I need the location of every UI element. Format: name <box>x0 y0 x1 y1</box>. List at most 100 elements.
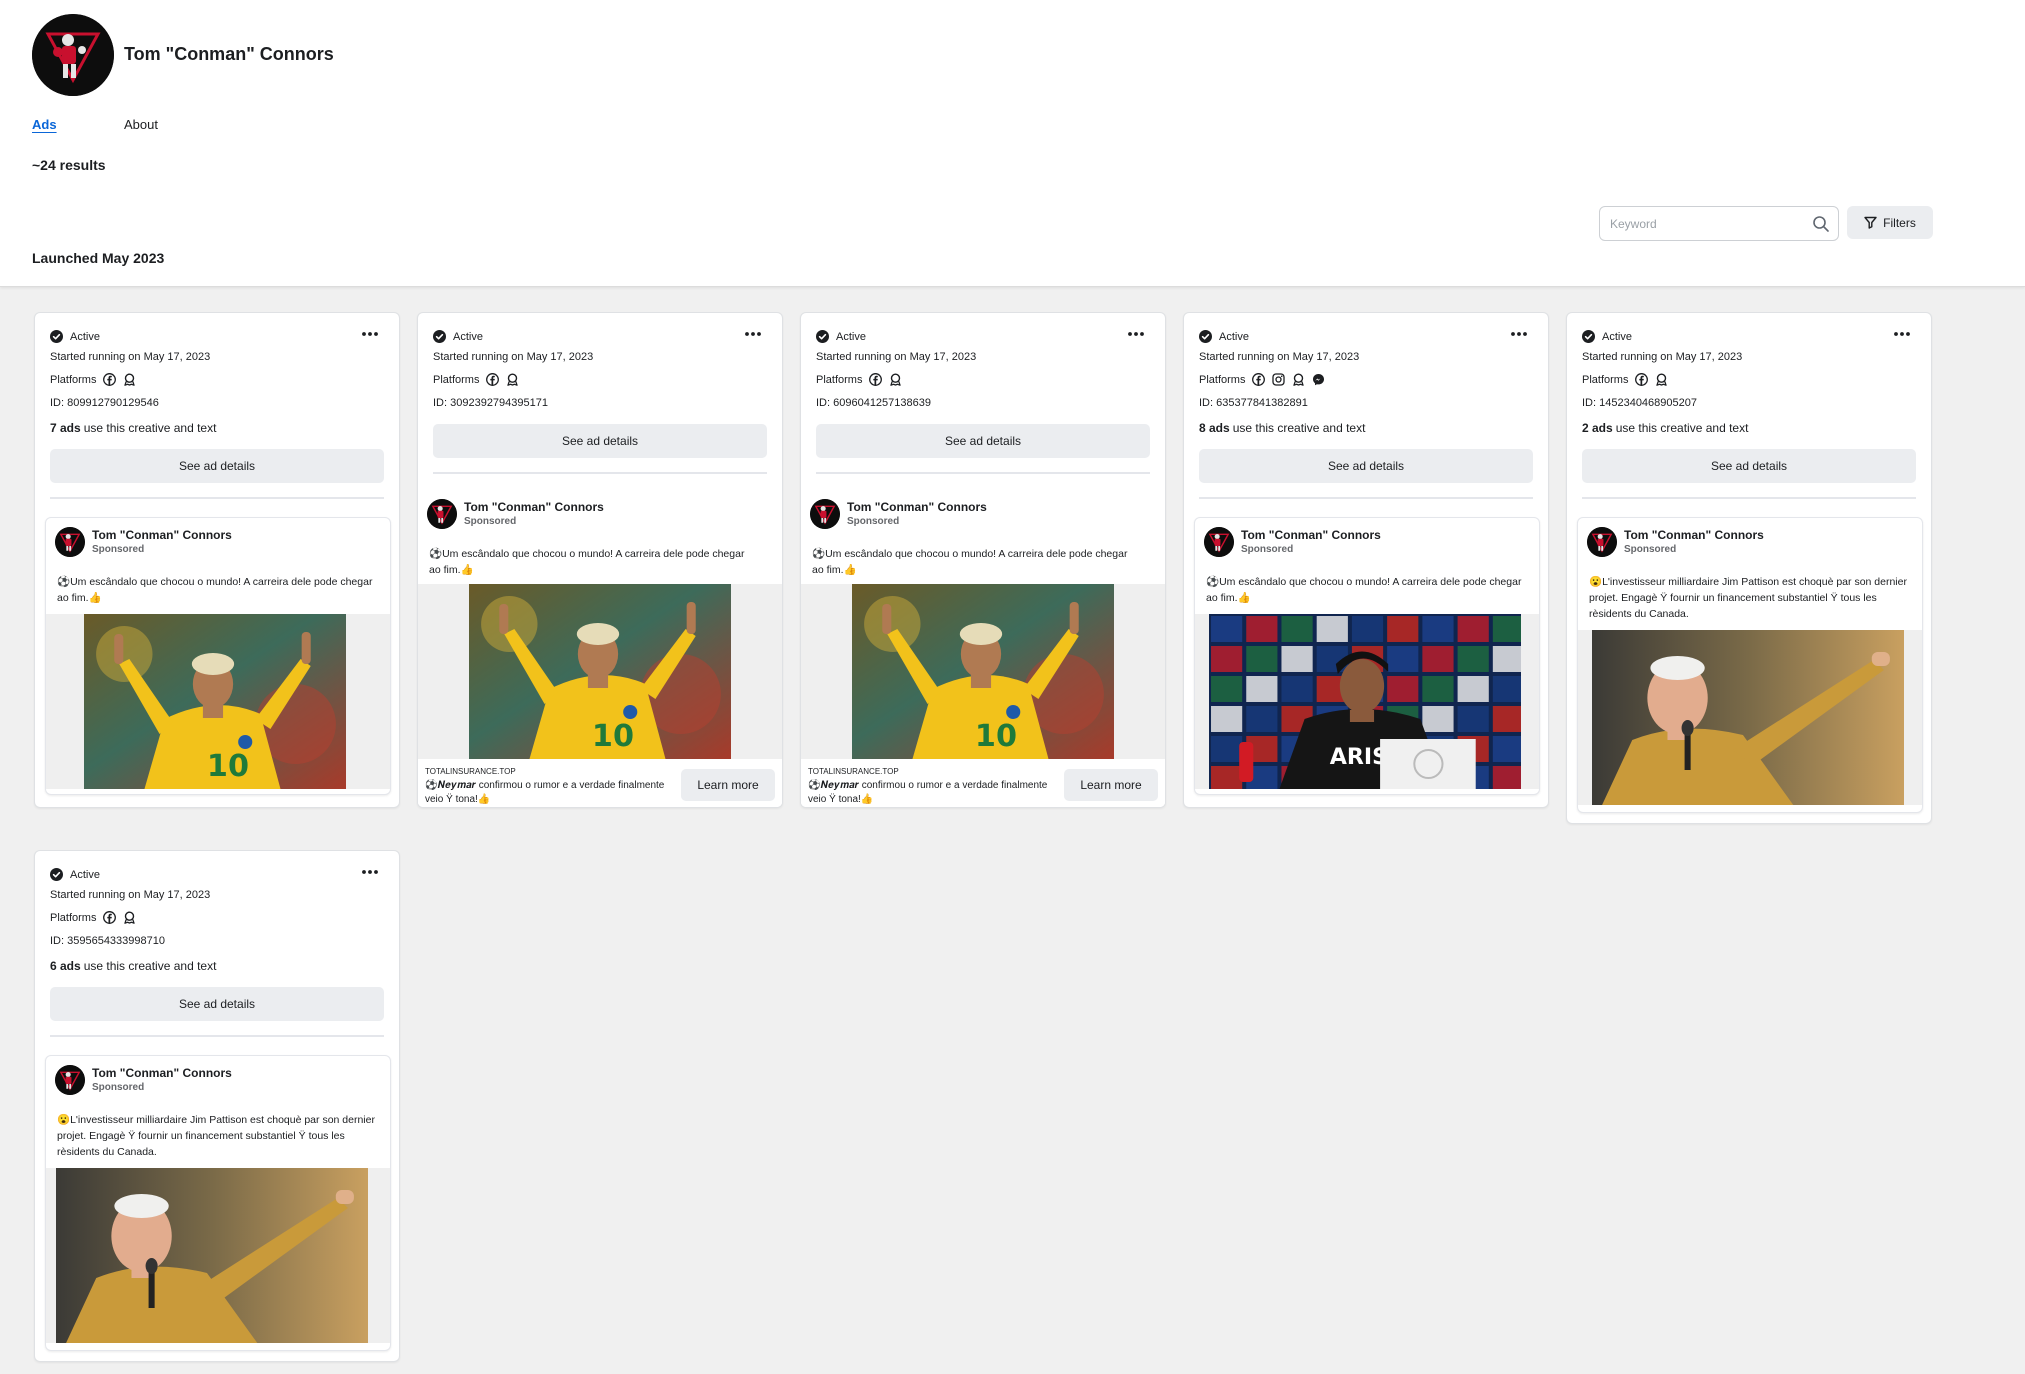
ad-status: Active <box>50 868 100 881</box>
see-ad-details-button[interactable]: See ad details <box>816 424 1150 458</box>
platforms-label: Platforms <box>1582 373 1629 386</box>
active-check-icon <box>1199 330 1212 343</box>
ads-count: 6 ads use this creative and text <box>50 959 216 973</box>
divider <box>50 497 384 499</box>
audience-network-icon <box>123 373 136 386</box>
advertiser-name: Tom "Conman" Connors <box>92 528 232 542</box>
learn-more-button[interactable]: Learn more <box>1064 769 1158 801</box>
more-options-icon[interactable] <box>744 330 762 338</box>
businessman-speaking-photo <box>56 1168 368 1343</box>
filters-label: Filters <box>1883 215 1916 230</box>
facebook-icon <box>103 911 117 924</box>
started-running: Started running on May 17, 2023 <box>816 351 977 363</box>
footballer-celebrating-photo: 10 <box>852 584 1114 759</box>
ad-media: 10 <box>418 584 782 759</box>
more-options-icon[interactable] <box>1127 330 1145 338</box>
tab-ads[interactable]: Ads <box>32 117 57 132</box>
facebook-icon <box>486 373 500 386</box>
active-check-icon <box>816 330 829 343</box>
press-conference-photo: ARIS <box>1209 614 1521 789</box>
platforms-label: Platforms <box>433 373 480 386</box>
search-box[interactable] <box>1599 206 1839 241</box>
svg-text:ARIS: ARIS <box>1330 745 1388 770</box>
advertiser-name: Tom "Conman" Connors <box>847 500 987 514</box>
facebook-icon <box>1252 373 1266 386</box>
advertiser-avatar <box>810 499 840 529</box>
ad-media: 10 <box>46 614 390 789</box>
active-check-icon <box>1582 330 1595 343</box>
advertiser-avatar <box>1587 527 1617 557</box>
ad-card-1: Active Started running on May 17, 2023 P… <box>34 312 400 808</box>
ad-link-footer[interactable]: TOTALINSURANCE.TOP ⚽️𝑵𝒆𝒚𝒎𝒂𝒓 confirmou o … <box>801 759 1165 807</box>
link-headline: ⚽️𝑵𝒆𝒚𝒎𝒂𝒓 confirmou o rumor e a verdade f… <box>808 780 1048 805</box>
more-options-icon[interactable] <box>361 330 379 338</box>
filters-button[interactable]: Filters <box>1847 206 1933 239</box>
started-running: Started running on May 17, 2023 <box>433 351 594 363</box>
platforms: Platforms <box>1582 373 1668 386</box>
audience-network-icon <box>1655 373 1668 386</box>
ad-creative[interactable]: Tom "Conman" Connors Sponsored ⚽️Um escâ… <box>418 490 782 807</box>
ad-id: ID: 635377841382891 <box>1199 397 1308 409</box>
platforms-label: Platforms <box>50 911 97 924</box>
sponsored-label: Sponsored <box>464 516 517 527</box>
ad-creative[interactable]: Tom "Conman" Connors Sponsored 😮L'invest… <box>45 1055 391 1351</box>
more-options-icon[interactable] <box>1510 330 1528 338</box>
divider <box>50 1035 384 1037</box>
see-ad-details-button[interactable]: See ad details <box>1199 449 1533 483</box>
search-icon[interactable] <box>1812 215 1830 233</box>
audience-network-icon <box>889 373 902 386</box>
advertiser-avatar <box>1204 527 1234 557</box>
page-header: Tom "Conman" Connors Ads About ~24 resul… <box>0 0 2025 287</box>
platforms: Platforms <box>433 373 519 386</box>
active-check-icon <box>50 868 63 881</box>
ad-creative[interactable]: Tom "Conman" Connors Sponsored 😮L'invest… <box>1577 517 1923 813</box>
instagram-icon <box>1272 373 1286 386</box>
ad-id: ID: 3092392794395171 <box>433 397 548 409</box>
ad-card-5: Active Started running on May 17, 2023 P… <box>1566 312 1932 824</box>
more-options-icon[interactable] <box>361 868 379 876</box>
status-label: Active <box>70 330 100 343</box>
ad-creative[interactable]: Tom "Conman" Connors Sponsored ⚽️Um escâ… <box>1194 517 1540 795</box>
ad-id: ID: 3595654333998710 <box>50 935 165 947</box>
ad-text: ⚽️Um escândalo que chocou o mundo! A car… <box>57 576 373 604</box>
link-headline: ⚽️𝑵𝒆𝒚𝒎𝒂𝒓 confirmou o rumor e a verdade f… <box>425 780 665 805</box>
ad-media: ARIS <box>1195 614 1539 789</box>
divider <box>1582 497 1916 499</box>
see-ad-details-button[interactable]: See ad details <box>50 449 384 483</box>
ads-count-number: 8 ads <box>1199 421 1230 435</box>
search-input[interactable] <box>1610 215 1800 233</box>
advertiser-name: Tom "Conman" Connors <box>1241 528 1381 542</box>
platforms-label: Platforms <box>816 373 863 386</box>
advertiser-avatar <box>427 499 457 529</box>
page-avatar[interactable] <box>32 14 114 96</box>
messenger-icon <box>1312 373 1325 386</box>
ad-card-3: Active Started running on May 17, 2023 P… <box>800 312 1166 808</box>
see-ad-details-button[interactable]: See ad details <box>433 424 767 458</box>
sponsored-label: Sponsored <box>1241 544 1294 555</box>
page-title: Tom "Conman" Connors <box>124 44 334 64</box>
section-title: Launched May 2023 <box>32 250 165 266</box>
sponsored-label: Sponsored <box>92 1082 145 1093</box>
see-ad-details-button[interactable]: See ad details <box>1582 449 1916 483</box>
divider <box>816 472 1150 474</box>
see-ad-details-button[interactable]: See ad details <box>50 987 384 1021</box>
advertiser-name: Tom "Conman" Connors <box>92 1066 232 1080</box>
more-options-icon[interactable] <box>1893 330 1911 338</box>
ads-count: 2 ads use this creative and text <box>1582 421 1748 435</box>
ads-count-text: use this creative and text <box>83 421 217 435</box>
tab-about[interactable]: About <box>124 117 158 132</box>
platforms: Platforms <box>50 911 136 924</box>
ad-creative[interactable]: Tom "Conman" Connors Sponsored ⚽️Um escâ… <box>45 517 391 795</box>
ad-status: Active <box>1199 330 1249 343</box>
ads-count-text: use this creative and text <box>83 959 217 973</box>
status-label: Active <box>1219 330 1249 343</box>
sponsored-label: Sponsored <box>1624 544 1677 555</box>
ad-creative[interactable]: Tom "Conman" Connors Sponsored ⚽️Um escâ… <box>801 490 1165 807</box>
ad-status: Active <box>816 330 866 343</box>
ad-status: Active <box>433 330 483 343</box>
ad-link-footer[interactable]: TOTALINSURANCE.TOP ⚽️𝑵𝒆𝒚𝒎𝒂𝒓 confirmou o … <box>418 759 782 807</box>
facebook-icon <box>103 373 117 386</box>
started-running: Started running on May 17, 2023 <box>50 889 211 901</box>
learn-more-button[interactable]: Learn more <box>681 769 775 801</box>
active-check-icon <box>433 330 446 343</box>
